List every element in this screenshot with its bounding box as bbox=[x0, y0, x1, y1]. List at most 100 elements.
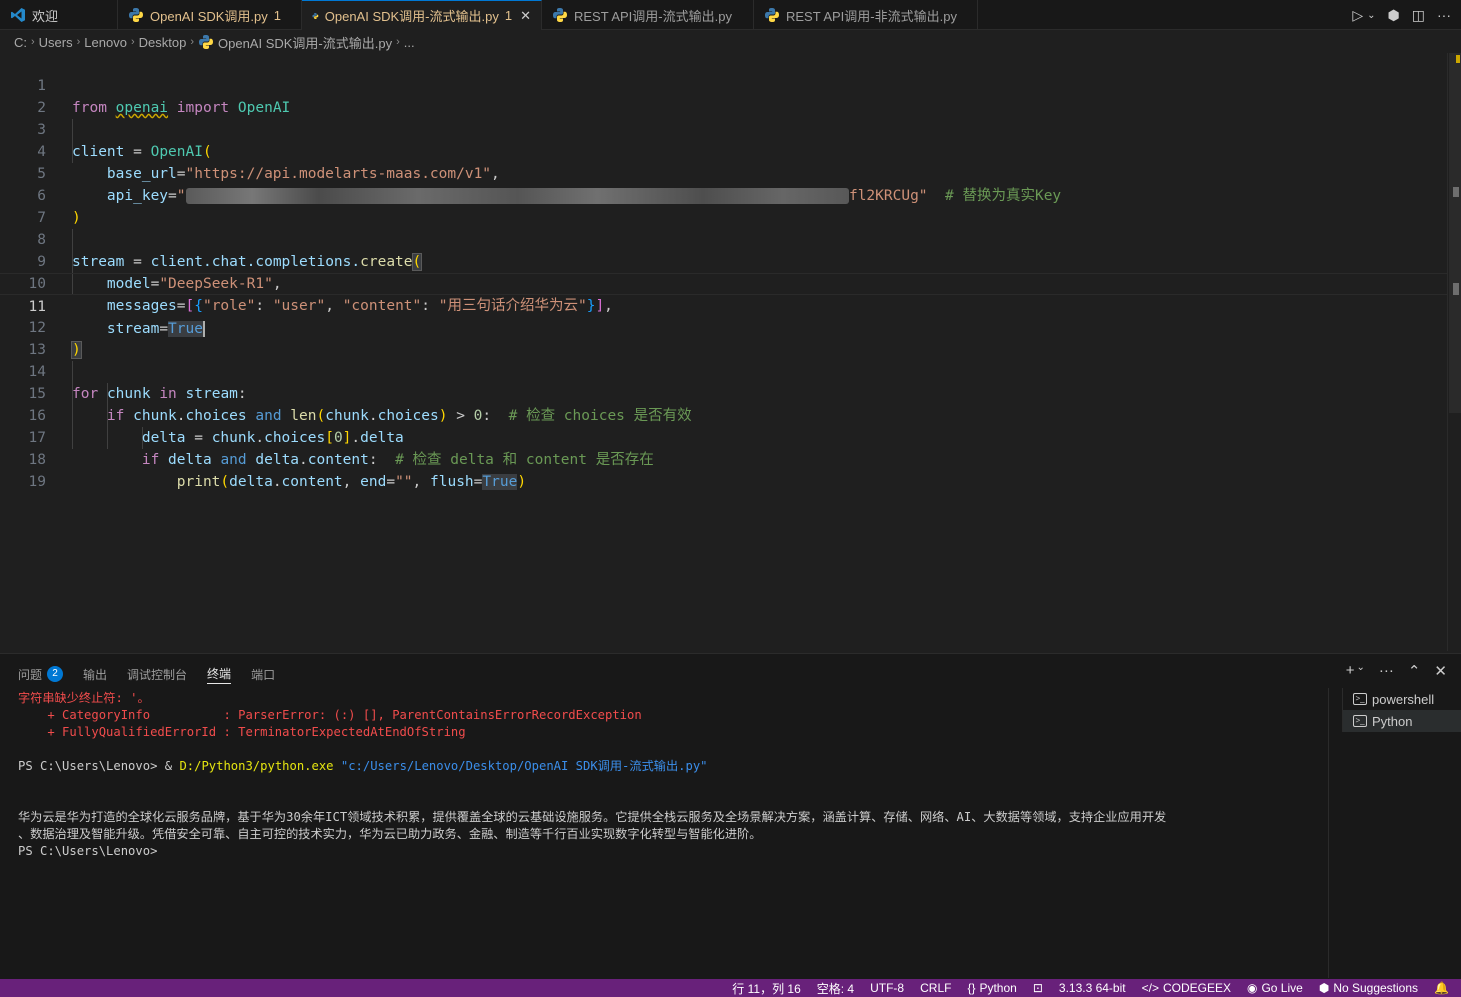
python-icon bbox=[312, 12, 319, 19]
braces-icon: {} bbox=[967, 981, 976, 995]
language-mode[interactable]: {} Python bbox=[967, 981, 1016, 995]
terminal-script-path: "c:/Users/Lenovo/Desktop/OpenAI SDK调用-流式… bbox=[333, 759, 708, 773]
line-number: 19 bbox=[28, 474, 46, 490]
terminal-line: 华为云是华为打造的全球化云服务品牌，基于华为30余年ICT领域技术积累，提供覆盖… bbox=[18, 810, 1167, 824]
editor-tab-bar: 欢迎 OpenAI SDK调用.py 1 OpenAI SDK调用-流式输出.p… bbox=[0, 0, 1461, 30]
tab-welcome[interactable]: 欢迎 bbox=[0, 0, 118, 30]
chevron-right-icon: › bbox=[76, 36, 81, 48]
code-line: 7 bbox=[0, 185, 1447, 226]
python-interpreter[interactable]: 3.13.3 64-bit bbox=[1059, 981, 1126, 995]
panel-actions: + ⌄ ··· ⌃ ✕ bbox=[1346, 662, 1447, 680]
new-terminal-icon[interactable]: + bbox=[1346, 662, 1355, 680]
more-actions-icon[interactable]: ··· bbox=[1437, 7, 1451, 23]
notifications-icon[interactable]: 🔔 bbox=[1434, 981, 1449, 995]
maximize-panel-icon[interactable]: ⌃ bbox=[1408, 662, 1421, 680]
copilot-icon[interactable]: ⊡ bbox=[1033, 981, 1043, 995]
code-line-current: 11 stream=True bbox=[0, 273, 1447, 337]
terminal-item-powershell[interactable]: >_ powershell bbox=[1343, 688, 1461, 710]
tab-label: 欢迎 bbox=[32, 8, 59, 24]
breadcrumb-item[interactable]: Users bbox=[39, 35, 73, 50]
code-line: 8 stream = client.chat.completions.creat… bbox=[0, 207, 1447, 271]
tab-debug-console[interactable]: 调试控制台 bbox=[127, 664, 187, 684]
chevron-right-icon: › bbox=[396, 36, 400, 48]
shield-icon: ⬢ bbox=[1318, 981, 1330, 995]
close-icon[interactable]: ✕ bbox=[520, 8, 531, 24]
cursor-position[interactable]: 行 11，列 16 bbox=[732, 980, 800, 997]
close-panel-icon[interactable]: ✕ bbox=[1434, 662, 1447, 680]
terminal-prompt: PS C:\Users\Lenovo> bbox=[18, 844, 158, 858]
code-editor[interactable]: 1 from openai import OpenAI 2 3 client =… bbox=[0, 53, 1447, 651]
code-line: 1 from openai import OpenAI bbox=[0, 53, 1447, 116]
terminal-line: + CategoryInfo : ParserError: (:) [], Pa… bbox=[18, 708, 642, 722]
breadcrumb: C: › Users › Lenovo › Desktop › OpenAI S… bbox=[0, 31, 1461, 53]
tab-label: OpenAI SDK调用.py bbox=[150, 8, 268, 24]
terminal-icon: >_ bbox=[1353, 693, 1367, 705]
editor-scrollbar[interactable] bbox=[1447, 53, 1461, 651]
tab-label: REST API调用-流式输出.py bbox=[574, 8, 732, 24]
go-live-button[interactable]: ◉ Go Live bbox=[1247, 981, 1303, 995]
tab-output[interactable]: 输出 bbox=[83, 664, 107, 684]
terminal-item-python[interactable]: >_ Python bbox=[1343, 710, 1461, 732]
tab-problems[interactable]: 问题 2 bbox=[18, 664, 64, 684]
code-line: 3 client = OpenAI( bbox=[0, 97, 1447, 160]
tab-label: REST API调用-非流式输出.py bbox=[786, 8, 957, 24]
code-line: 5 api_key="xxxxxxxxxxxxxxxxxxxxxxxxxxxxx… bbox=[0, 141, 1447, 204]
terminal-line: 字符串缺少终止符: '。 bbox=[18, 691, 150, 705]
code-line: 6 ) bbox=[0, 163, 1447, 226]
breadcrumb-item[interactable]: Desktop bbox=[139, 35, 187, 50]
breadcrumb-item[interactable]: ... bbox=[404, 35, 415, 50]
tab-problem-count: 1 bbox=[273, 7, 282, 23]
problems-badge: 2 bbox=[47, 666, 64, 682]
terminal-line: + FullyQualifiedErrorId : TerminatorExpe… bbox=[18, 725, 466, 739]
chevron-right-icon: › bbox=[31, 36, 35, 48]
code-line: 13 bbox=[0, 317, 1447, 358]
terminal-list: >_ powershell >_ Python bbox=[1342, 688, 1461, 732]
terminal-line: 、数据治理及智能升级。凭借安全可靠、自主可控的技术实力，华为云已助力政务、金融、… bbox=[18, 827, 762, 841]
code-line: 15 if chunk.choices and len(chunk.choice… bbox=[0, 361, 1447, 424]
breadcrumb-item[interactable]: OpenAI SDK调用-流式输出.py bbox=[218, 33, 392, 52]
terminal-output[interactable]: 字符串缺少终止符: '。 + CategoryInfo : ParserErro… bbox=[18, 690, 1328, 860]
indentation[interactable]: 空格: 4 bbox=[817, 980, 854, 997]
warning-marker bbox=[1456, 55, 1460, 63]
chevron-right-icon: › bbox=[190, 36, 194, 48]
codegeex-icon: </> bbox=[1141, 981, 1159, 995]
code-line: 9 model="DeepSeek-R1", bbox=[0, 229, 1447, 292]
broadcast-icon: ◉ bbox=[1246, 981, 1258, 995]
terminal-scrollbar[interactable] bbox=[1328, 688, 1340, 978]
tab-ports[interactable]: 端口 bbox=[251, 664, 275, 684]
tab-problem-count: 1 bbox=[504, 8, 513, 23]
encoding[interactable]: UTF-8 bbox=[870, 981, 904, 995]
python-icon bbox=[199, 35, 213, 49]
panel-tabs: 问题 2 输出 调试控制台 终端 端口 bbox=[18, 664, 275, 684]
breadcrumb-item[interactable]: C: bbox=[14, 35, 27, 50]
extension-icon[interactable]: ⬢ bbox=[1388, 7, 1400, 24]
split-editor-icon[interactable]: ◫ bbox=[1412, 7, 1425, 24]
cursor-marker bbox=[1453, 283, 1459, 295]
scrollbar-thumb[interactable] bbox=[1449, 53, 1461, 413]
tab-openai-sdk-stream[interactable]: OpenAI SDK调用-流式输出.py 1 ✕ bbox=[302, 0, 542, 30]
tab-terminal[interactable]: 终端 bbox=[207, 664, 232, 684]
code-line: 2 bbox=[0, 75, 1447, 116]
more-actions-icon[interactable]: ··· bbox=[1379, 662, 1394, 680]
vscode-logo-icon bbox=[11, 8, 25, 22]
terminal-exe: D:/Python3/python.exe bbox=[179, 759, 334, 773]
code-line: 18 print(delta.content, end="", flush=Tr… bbox=[0, 427, 1447, 490]
line-ending[interactable]: CRLF bbox=[920, 981, 951, 995]
code-line: 16 delta = chunk.choices[0].delta bbox=[0, 383, 1447, 446]
chevron-down-icon[interactable]: ⌄ bbox=[1367, 10, 1375, 21]
run-icon[interactable]: ▷ bbox=[1352, 7, 1363, 24]
terminal-prompt: PS C:\Users\Lenovo> & bbox=[18, 759, 180, 773]
code-line: 17 if delta and delta.content: # 检查 delt… bbox=[0, 405, 1447, 468]
suggestions-status[interactable]: ⬢ No Suggestions bbox=[1319, 981, 1418, 995]
codegeex-status[interactable]: </> CODEGEEX bbox=[1142, 981, 1231, 995]
code-line: 14 for chunk in stream: bbox=[0, 339, 1447, 402]
breadcrumb-item[interactable]: Lenovo bbox=[84, 35, 127, 50]
code-line: 4 base_url="https://api.modelarts-maas.c… bbox=[0, 119, 1447, 182]
tab-openai-sdk[interactable]: OpenAI SDK调用.py 1 bbox=[118, 0, 302, 30]
code-line: 12 ) bbox=[0, 295, 1447, 359]
tab-rest-api-nonstream[interactable]: REST API调用-非流式输出.py bbox=[754, 0, 978, 30]
chevron-down-icon[interactable]: ⌄ bbox=[1356, 662, 1364, 680]
code-line: 10 messages=[{"role": "user", "content":… bbox=[0, 251, 1447, 314]
tab-rest-api-stream[interactable]: REST API调用-流式输出.py bbox=[542, 0, 754, 30]
python-icon bbox=[553, 8, 567, 22]
